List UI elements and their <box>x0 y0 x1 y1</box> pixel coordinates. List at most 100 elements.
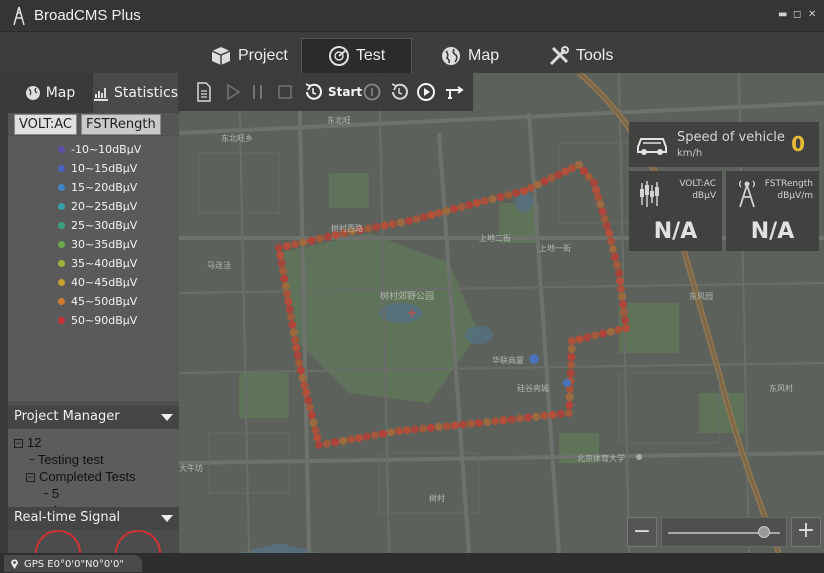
tools-icon <box>549 45 569 65</box>
route-point <box>412 215 421 223</box>
route-point <box>419 424 427 433</box>
route-point <box>291 336 299 344</box>
route-point <box>614 325 623 334</box>
realtime-signal-header[interactable]: Real-time Signal <box>8 507 179 530</box>
route-point <box>279 267 287 275</box>
maximize-button[interactable]: ◻ <box>793 9 801 20</box>
collapse-box-icon[interactable]: − <box>26 473 35 482</box>
tab-tools[interactable]: Tools <box>538 38 623 73</box>
project-manager-header[interactable]: Project Manager <box>8 406 179 429</box>
route-point <box>567 345 576 353</box>
tree-item-test[interactable]: ╴5 <box>44 486 59 502</box>
history-back-icon[interactable] <box>362 82 382 102</box>
route-point <box>496 193 505 201</box>
title-bar: BroadCMS Plus ▬ ◻ ✕ <box>0 0 824 32</box>
map-label: 树村西路 <box>331 224 363 233</box>
map-label: 东北旺乡 <box>221 134 253 143</box>
stop-icon[interactable] <box>275 82 295 102</box>
route-point <box>566 369 575 377</box>
tab-map[interactable]: Map <box>430 38 509 73</box>
route-point <box>605 229 613 237</box>
map-label: 上地二街 <box>479 234 511 243</box>
fstrength-label: FSTRength <box>764 179 813 189</box>
route-point <box>281 282 290 291</box>
route-point <box>293 351 302 360</box>
route-point <box>620 308 628 317</box>
collapse-caret-icon[interactable] <box>161 515 173 522</box>
zoom-in-button[interactable]: + <box>791 517 821 547</box>
route-point <box>548 410 557 419</box>
new-file-icon[interactable] <box>194 82 214 102</box>
collapse-box-icon[interactable]: − <box>14 439 23 448</box>
route-point <box>298 373 307 382</box>
app-title: BroadCMS Plus <box>34 7 141 24</box>
tree-item-completed[interactable]: − Completed Tests <box>26 469 136 484</box>
route-point <box>275 244 283 252</box>
route-point <box>313 433 322 442</box>
route-point <box>339 436 347 445</box>
route-point <box>619 300 627 309</box>
play-icon[interactable] <box>223 82 243 102</box>
route-point <box>309 418 318 427</box>
route-point <box>304 396 313 405</box>
tab-project[interactable]: Project <box>200 38 298 73</box>
pause-icon[interactable] <box>248 82 268 102</box>
route-point <box>364 224 373 233</box>
car-icon <box>637 138 667 155</box>
collapse-caret-icon[interactable] <box>161 414 173 421</box>
route-point <box>565 409 573 417</box>
route-point <box>388 220 397 228</box>
route-point <box>283 242 292 251</box>
route-point <box>621 316 629 325</box>
map-label: 华联商厦 <box>492 356 524 365</box>
tab-project-label: Project <box>238 46 288 64</box>
location-pin-icon <box>11 559 18 569</box>
left-tab-map[interactable]: Map <box>8 73 93 113</box>
start-label[interactable]: Start <box>328 85 362 99</box>
route-point <box>427 423 435 432</box>
route-point <box>395 427 403 435</box>
main-nav: Project Test Map Tools <box>0 32 824 73</box>
minimize-button[interactable]: ▬ <box>778 9 787 20</box>
antenna-icon[interactable] <box>444 82 464 102</box>
route-point <box>590 179 598 187</box>
gauge-arcs-icon <box>35 530 161 553</box>
route-point <box>299 238 308 247</box>
globe-icon <box>442 46 460 65</box>
route-point <box>300 381 309 390</box>
legend-item: 35~40dBμV <box>58 254 179 273</box>
legend-dot-icon <box>58 184 65 191</box>
route-point <box>315 441 323 449</box>
legend-item: 30~35dBμV <box>58 235 179 254</box>
tree-item-testing[interactable]: ╴Testing test <box>30 452 104 468</box>
route-point <box>512 189 521 197</box>
start-test-icon[interactable] <box>303 82 323 102</box>
playback-icon[interactable] <box>416 82 436 102</box>
map-label: 东风村 <box>769 384 793 393</box>
route-point <box>532 412 541 421</box>
route-point <box>507 415 516 424</box>
fstrength-panel: FSTRength dBμV/m N/A <box>726 171 819 251</box>
globe-icon <box>25 86 40 100</box>
tab-test[interactable]: Test <box>301 38 412 73</box>
test-toolbar: Start <box>179 73 473 111</box>
route-point <box>615 269 623 277</box>
replay-icon[interactable] <box>389 82 409 102</box>
tree-root[interactable]: −12 <box>14 435 41 450</box>
route-point <box>305 403 314 412</box>
route-point <box>323 439 331 448</box>
zoom-slider[interactable] <box>661 517 787 547</box>
subtab-volt-ac[interactable]: VOLT:AC <box>14 114 77 135</box>
left-tab-statistics-label: Statistics <box>114 85 178 101</box>
legend-dot-icon <box>58 279 65 286</box>
route-point <box>291 240 300 249</box>
zoom-out-button[interactable]: − <box>627 517 657 547</box>
legend-dot-icon <box>58 317 65 324</box>
left-tab-statistics[interactable]: Statistics <box>93 73 179 113</box>
zoom-slider-handle[interactable] <box>758 526 771 538</box>
tree-item-testing-label: Testing test <box>37 452 104 467</box>
route-point <box>533 180 542 189</box>
route-point <box>302 388 311 397</box>
subtab-fstrength[interactable]: FSTRength <box>80 114 161 135</box>
close-button[interactable]: ✕ <box>808 9 816 20</box>
